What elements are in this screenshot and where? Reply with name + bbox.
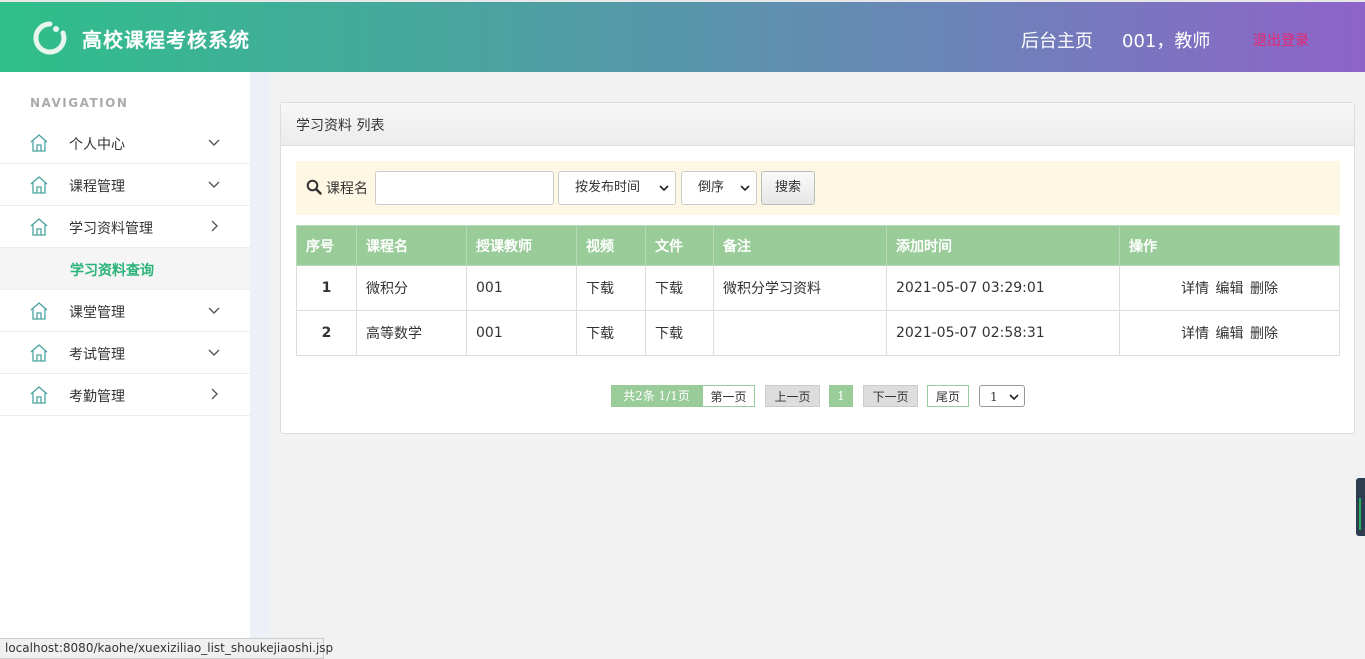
home-icon [30,218,48,236]
sidebar-item-attendance-management[interactable]: 考勤管理 [0,374,250,416]
row-number: 1 [296,265,357,311]
table-header-row: 序号 课程名 授课教师 视频 文件 备注 添加时间 操作 [296,225,1340,266]
sort-field-select[interactable]: 按发布时间 [558,171,676,205]
home-icon [30,386,48,404]
sort-order-select[interactable]: 倒序 [681,171,757,205]
sidebar-item-personal-center[interactable]: 个人中心 [0,122,250,164]
pagination-info: 共2条 1/1页 [611,385,702,407]
next-page-button[interactable]: 下一页 [863,385,918,407]
last-page-button[interactable]: 尾页 [927,385,969,407]
home-icon [30,302,48,320]
first-page-button[interactable]: 第一页 [702,385,755,407]
teacher-cell: 001 [466,310,577,356]
panel-title: 学习资料 列表 [281,103,1354,146]
user-info: 001，教师 [1122,31,1211,52]
file-download-link[interactable]: 下载 [645,310,714,356]
home-icon [30,176,48,194]
sidebar-item-course-management[interactable]: 课程管理 [0,164,250,206]
sidebar-item-label: 课程管理 [69,179,125,195]
materials-list-panel: 学习资料 列表 课程名 按发布时间 倒序 搜索 序号 课程名 授课教师 视频 文… [280,102,1355,434]
home-icon [30,344,48,362]
column-header: 序号 [296,225,357,266]
home-icon [30,134,48,152]
search-label: 课程名 [326,181,368,197]
chevron-down-icon [208,307,220,314]
file-download-link[interactable]: 下载 [645,265,714,311]
sidebar-item-label: 考勤管理 [69,389,125,405]
detail-button[interactable]: 详情 [1181,281,1209,297]
chevron-down-icon [659,185,669,192]
actions-cell: 详情 编辑 删除 [1119,265,1340,311]
column-header: 课程名 [356,225,467,266]
added-time-cell: 2021-05-07 02:58:31 [886,310,1120,356]
nav-heading: NAVIGATION [30,96,129,110]
course-name-cell: 高等数学 [356,310,467,356]
logo-icon [33,21,67,55]
app-title: 高校课程考核系统 [82,28,250,52]
chevron-down-icon [208,181,220,188]
sidebar-item-label: 个人中心 [69,137,125,153]
edit-button[interactable]: 编辑 [1216,281,1244,297]
chevron-down-icon [1009,394,1019,401]
column-header: 文件 [645,225,714,266]
detail-button[interactable]: 详情 [1181,326,1209,342]
chevron-down-icon [208,139,220,146]
sort-order-value: 倒序 [698,180,725,195]
table-row: 2 高等数学 001 下载 下载 2021-05-07 02:58:31 详情 … [296,310,1340,356]
top-header: 高校课程考核系统 后台主页 001，教师 退出登录 [0,0,1365,72]
column-header: 备注 [713,225,887,266]
sidebar-subitem-materials-query[interactable]: 学习资料查询 [0,248,250,290]
added-time-cell: 2021-05-07 03:29:01 [886,265,1120,311]
sidebar-item-exam-management[interactable]: 考试管理 [0,332,250,374]
current-page: 1 [829,385,853,407]
sidebar-item-classroom-management[interactable]: 课堂管理 [0,290,250,332]
search-icon [306,179,322,195]
column-header: 操作 [1119,225,1340,266]
actions-cell: 详情 编辑 删除 [1119,310,1340,356]
table-row: 1 微积分 001 下载 下载 微积分学习资料 2021-05-07 03:29… [296,265,1340,311]
delete-button[interactable]: 删除 [1250,281,1278,297]
sidebar-item-label: 课堂管理 [69,305,125,321]
sidebar-item-materials-management[interactable]: 学习资料管理 [0,206,250,248]
sidebar: NAVIGATION 个人中心 课程管理 学习资料管理 学习资料查询 课堂管理 … [0,72,250,659]
edit-button[interactable]: 编辑 [1216,326,1244,342]
search-bar: 课程名 按发布时间 倒序 搜索 [296,161,1340,215]
delete-button[interactable]: 删除 [1250,326,1278,342]
page-select-value: 1 [990,390,998,404]
materials-table: 序号 课程名 授课教师 视频 文件 备注 添加时间 操作 1 微积分 001 下… [296,225,1340,356]
content-gutter [250,72,270,659]
prev-page-button[interactable]: 上一页 [765,385,820,407]
teacher-cell: 001 [466,265,577,311]
chevron-down-icon [208,349,220,356]
column-header: 视频 [576,225,646,266]
browser-status-bar: localhost:8080/kaohe/xuexiziliao_list_sh… [0,638,333,659]
column-header: 添加时间 [886,225,1120,266]
chevron-down-icon [740,185,750,192]
page-select[interactable]: 1 [979,385,1025,407]
sidebar-item-label: 学习资料管理 [69,221,153,237]
course-name-input[interactable] [375,171,554,205]
search-button[interactable]: 搜索 [761,171,815,205]
course-name-cell: 微积分 [356,265,467,311]
video-download-link[interactable]: 下载 [576,265,646,311]
sidebar-subitem-label: 学习资料查询 [70,263,154,279]
sort-field-value: 按发布时间 [575,180,641,195]
sidebar-item-label: 考试管理 [69,347,125,363]
video-download-link[interactable]: 下载 [576,310,646,356]
chevron-right-icon [211,220,218,232]
note-cell: 微积分学习资料 [713,265,887,311]
column-header: 授课教师 [466,225,577,266]
home-link[interactable]: 后台主页 [1021,27,1093,53]
chevron-right-icon [211,388,218,400]
sidebar-menu: 个人中心 课程管理 学习资料管理 学习资料查询 课堂管理 考试管理 考勤管理 [0,122,250,416]
logout-link[interactable]: 退出登录 [1253,30,1309,50]
row-number: 2 [296,310,357,356]
floating-scroll-handle[interactable] [1356,478,1365,536]
scroll-handle-indicator [1359,498,1361,530]
note-cell [713,310,887,356]
